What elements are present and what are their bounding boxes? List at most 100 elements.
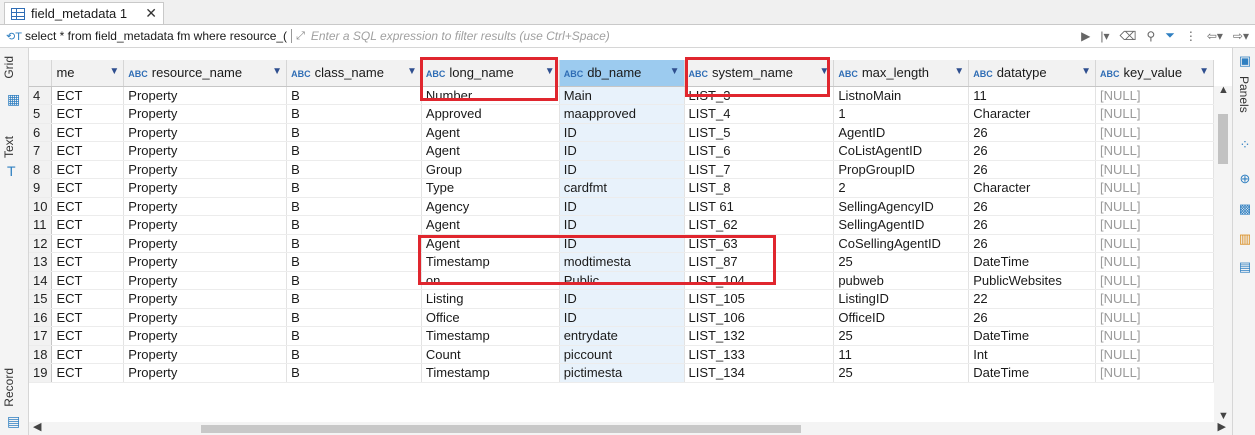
vertical-scrollbar[interactable]: ▲ ▼	[1214, 84, 1232, 422]
column-dropdown-icon[interactable]: ▼	[1199, 66, 1209, 77]
table-cell[interactable]: Timestamp	[421, 363, 560, 383]
table-cell[interactable]: ECT	[51, 326, 125, 346]
table-row[interactable]: 14 ECT Property Bon Public LIST_104 pubweb Publ…	[29, 271, 1214, 290]
table-cell[interactable]: LIST_3	[684, 86, 835, 105]
table-cell[interactable]: ECT	[51, 271, 125, 290]
table-row[interactable]: 6 ECT Property B Agent ID LIST_5 AgentID 26 [NULL…	[29, 123, 1214, 142]
panels-icon[interactable]: ▣	[1238, 54, 1252, 68]
close-icon[interactable]: ✕	[145, 5, 157, 22]
table-cell[interactable]: entrydate	[559, 326, 685, 346]
column-header-datatype[interactable]: ABC datatype ▼	[968, 60, 1097, 87]
table-cell[interactable]: [NULL]	[1095, 215, 1214, 235]
table-cell[interactable]: ECT	[51, 345, 125, 364]
table-row[interactable]: 17 ECT Property B Timestamp entrydate LIST_132…	[29, 326, 1214, 346]
table-cell[interactable]: Property	[123, 326, 288, 346]
table-cell[interactable]: DateTime	[968, 252, 1097, 272]
table-cell[interactable]: 26	[968, 160, 1097, 179]
table-cell[interactable]: ECT	[51, 160, 125, 179]
table-row[interactable]: 4 ECT Property B Number Main LIST_3 ListnoMain 1…	[29, 86, 1214, 105]
table-cell[interactable]: Property	[123, 215, 288, 235]
record-icon[interactable]: ▤	[7, 414, 21, 428]
table-cell[interactable]: B	[286, 308, 422, 327]
table-cell[interactable]: ECT	[51, 308, 125, 327]
table-cell[interactable]: B	[286, 104, 422, 124]
table-cell[interactable]: PropGroupID	[833, 160, 970, 179]
table-row[interactable]: 18 ECT Property B Count piccount LIST_133 11 Int…	[29, 345, 1214, 364]
table-cell[interactable]: 26	[968, 141, 1097, 161]
expand-icon[interactable]: ⤢	[296, 30, 305, 43]
table-cell[interactable]: Type	[421, 178, 560, 198]
column-header-max-length[interactable]: ABC max_length ▼	[833, 60, 970, 87]
table-cell[interactable]: Number	[421, 86, 560, 105]
table-cell[interactable]: Timestamp	[421, 326, 560, 346]
table-cell[interactable]: 22	[968, 289, 1097, 309]
table-cell[interactable]: Property	[123, 197, 288, 216]
table-cell[interactable]: DateTime	[968, 326, 1097, 346]
text-mode-icon[interactable]: T	[7, 164, 21, 178]
column-header-resource-name[interactable]: ABC resource_name ▼	[123, 60, 288, 87]
aggregate-icon[interactable]: ⊕	[1238, 172, 1252, 186]
grouping-icon[interactable]: ▩	[1238, 202, 1252, 216]
table-cell[interactable]: ID	[559, 234, 685, 253]
table-cell[interactable]: PublicWebsites	[968, 271, 1097, 290]
table-cell[interactable]: SellingAgencyID	[833, 197, 970, 216]
table-cell[interactable]: B	[286, 345, 422, 364]
table-cell[interactable]: ECT	[51, 363, 125, 383]
table-cell[interactable]: 25	[833, 363, 970, 383]
table-cell[interactable]: Timestamp	[421, 252, 560, 272]
table-cell[interactable]: Property	[123, 308, 288, 327]
table-cell[interactable]: ECT	[51, 289, 125, 309]
forward-icon[interactable]: ⇨▾	[1233, 29, 1249, 43]
scroll-up-icon[interactable]: ▲	[1218, 84, 1229, 96]
table-cell[interactable]: cardfmt	[559, 178, 685, 198]
table-row[interactable]: 12 ECT Property B Agent ID LIST_63 CoSellingAge…	[29, 234, 1214, 253]
table-row[interactable]: 9 ECT Property B Type cardfmt LIST_8 2 Character…	[29, 178, 1214, 198]
table-cell[interactable]: [NULL]	[1095, 160, 1214, 179]
table-cell[interactable]: [NULL]	[1095, 345, 1214, 364]
table-cell[interactable]: LIST_132	[684, 326, 835, 346]
table-cell[interactable]: pubweb	[833, 271, 970, 290]
table-cell[interactable]: B	[286, 141, 422, 161]
table-cell[interactable]: Agency	[421, 197, 560, 216]
table-cell[interactable]: Character	[968, 104, 1097, 124]
tab-text[interactable]: Text	[2, 136, 16, 158]
table-cell[interactable]: Property	[123, 252, 288, 272]
table-cell[interactable]: ID	[559, 197, 685, 216]
table-cell[interactable]: B	[286, 123, 422, 142]
table-cell[interactable]: [NULL]	[1095, 141, 1214, 161]
table-cell[interactable]: [NULL]	[1095, 234, 1214, 253]
column-header-me[interactable]: me ▼	[51, 60, 125, 87]
table-cell[interactable]: [NULL]	[1095, 289, 1214, 309]
table-cell[interactable]: Main	[559, 86, 685, 105]
table-cell[interactable]: LIST_62	[684, 215, 835, 235]
table-cell[interactable]: B	[286, 271, 422, 290]
filter-icon[interactable]: ⏷	[1165, 28, 1175, 43]
table-cell[interactable]: [NULL]	[1095, 363, 1214, 383]
table-cell[interactable]: [NULL]	[1095, 178, 1214, 198]
table-cell[interactable]: ECT	[51, 104, 125, 124]
table-cell[interactable]: LIST_6	[684, 141, 835, 161]
history-dropdown-icon[interactable]: |▾	[1100, 29, 1109, 43]
table-cell[interactable]: B	[286, 252, 422, 272]
table-cell[interactable]: DateTime	[968, 363, 1097, 383]
table-cell[interactable]: [NULL]	[1095, 104, 1214, 124]
table-cell[interactable]: LIST_8	[684, 178, 835, 198]
table-cell[interactable]: LIST_7	[684, 160, 835, 179]
column-dropdown-icon[interactable]: ▼	[407, 66, 417, 77]
table-cell[interactable]: LIST_4	[684, 104, 835, 124]
table-cell[interactable]: maapproved	[559, 104, 685, 124]
value-viewer-icon[interactable]: ⁘	[1238, 138, 1252, 152]
table-cell[interactable]: [NULL]	[1095, 86, 1214, 105]
table-cell[interactable]: Property	[123, 178, 288, 198]
table-cell[interactable]: ID	[559, 123, 685, 142]
table-cell[interactable]: LIST_105	[684, 289, 835, 309]
table-cell[interactable]: Approved	[421, 104, 560, 124]
table-cell[interactable]: Property	[123, 123, 288, 142]
column-dropdown-icon[interactable]: ▼	[109, 66, 119, 77]
table-cell[interactable]: [NULL]	[1095, 326, 1214, 346]
table-row[interactable]: 13 ECT Property B Timestamp modtimesta LIST_87…	[29, 252, 1214, 272]
table-cell[interactable]: B	[286, 215, 422, 235]
table-cell[interactable]: 2	[833, 178, 970, 198]
table-row[interactable]: 8 ECT Property B Group ID LIST_7 PropGroupID 26[…	[29, 160, 1214, 179]
table-cell[interactable]: [NULL]	[1095, 271, 1214, 290]
